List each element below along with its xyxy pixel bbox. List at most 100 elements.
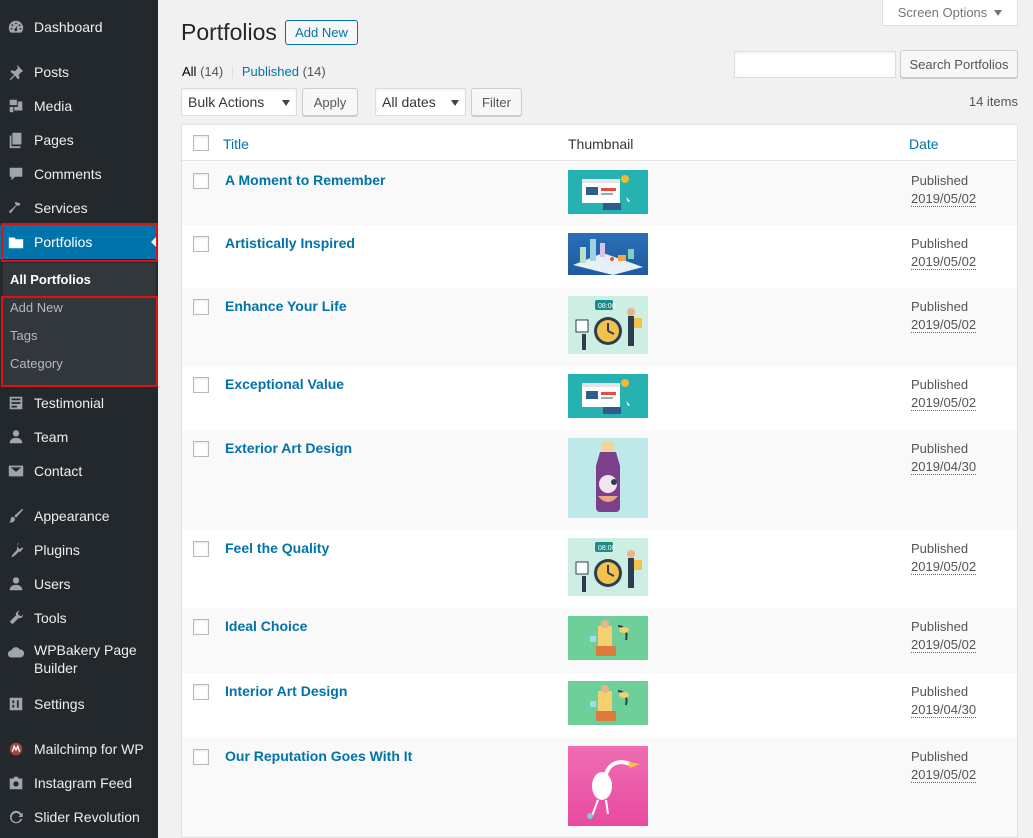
row-date: 2019/04/30 [911,702,977,718]
row-checkbox[interactable] [193,619,209,635]
row-checkbox[interactable] [193,377,209,393]
menu-contact[interactable]: Contact [0,454,158,488]
menu-media[interactable]: Media [0,89,158,123]
browser-illustration[interactable] [568,170,648,214]
submenu-tags[interactable]: Tags [10,328,37,343]
menu-posts[interactable]: Posts [0,55,158,89]
isometric-city-illustration[interactable] [568,233,648,275]
bulk-actions-select[interactable]: Bulk Actions [181,88,297,116]
row-date: 2019/05/02 [911,254,977,270]
row-status: Published [911,377,969,392]
row-title-link[interactable]: A Moment to Remember [225,172,386,188]
pushpin-icon [6,62,26,82]
menu-appearance[interactable]: Appearance [0,499,158,533]
menu-team[interactable]: Team [0,420,158,454]
submenu-all-portfolios[interactable]: All Portfolios [10,272,91,287]
menu-label: Posts [34,64,70,80]
bottle-illustration[interactable] [568,438,648,518]
menu-label: Instagram Feed [34,775,133,791]
menu-label: Dashboard [34,19,103,35]
menu-tools[interactable]: Tools [0,601,158,635]
select-all-checkbox[interactable] [193,135,209,151]
row-checkbox[interactable] [193,541,209,557]
table-row: Artistically Inspired Published 2019/05/… [182,225,1017,288]
search-input[interactable] [734,51,896,78]
plant-person-illustration[interactable] [568,681,648,725]
person-icon [6,427,26,447]
row-status: Published [911,441,969,456]
row-title-link[interactable]: Enhance Your Life [225,298,347,314]
row-checkbox[interactable] [193,749,209,765]
row-title-link[interactable]: Artistically Inspired [225,235,355,251]
column-title[interactable]: Title [223,136,249,152]
row-title-link[interactable]: Exterior Art Design [225,440,352,456]
bulk-actions-value: Bulk Actions [188,94,265,110]
row-title-link[interactable]: Our Reputation Goes With It [225,748,412,764]
row-status: Published [911,749,969,764]
clock-team-illustration[interactable]: 08:00 [568,538,648,596]
page-title: Portfolios [181,19,277,45]
row-title-link[interactable]: Exceptional Value [225,376,344,392]
menu-testimonial[interactable]: Testimonial [0,386,158,420]
dropdown-caret-icon [451,100,459,106]
column-thumbnail: Thumbnail [568,136,634,152]
menu-plugins[interactable]: Plugins [0,533,158,567]
admin-sidebar: Dashboard Posts Media Pages Comments Ser… [0,0,158,838]
row-title-link[interactable]: Interior Art Design [225,683,347,699]
status-filter-links: All (14) | Published (14) [182,64,326,79]
table-row: Interior Art Design Published 2019/04/30 [182,673,1017,738]
menu-dashboard[interactable]: Dashboard [0,10,158,44]
menu-services[interactable]: Services [0,191,158,225]
row-checkbox[interactable] [193,173,209,189]
row-title-link[interactable]: Ideal Choice [225,618,307,634]
envelope-icon [6,461,26,481]
filter-published[interactable]: Published [242,64,299,79]
submenu-category[interactable]: Category [10,356,63,371]
row-date: 2019/05/02 [911,559,977,575]
menu-settings[interactable]: Settings [0,687,158,721]
plant-person-illustration[interactable] [568,616,648,660]
menu-slider-revolution[interactable]: Slider Revolution [0,800,158,834]
row-status: Published [911,173,969,188]
menu-instagram-feed[interactable]: Instagram Feed [0,766,158,800]
filter-all[interactable]: All [182,64,196,79]
cloud-icon [6,643,26,663]
testimonial-icon [6,393,26,413]
pages-icon [6,130,26,150]
row-date: 2019/05/02 [911,317,977,333]
flamingo-illustration[interactable] [568,746,648,826]
row-checkbox[interactable] [193,236,209,252]
row-title-link[interactable]: Feel the Quality [225,540,329,556]
browser-illustration[interactable] [568,374,648,418]
row-date: 2019/05/02 [911,637,977,653]
menu-mailchimp[interactable]: Mailchimp for WP [0,732,158,766]
portfolios-table: Title Thumbnail Date A Moment to Remembe… [181,124,1018,838]
table-header: Title Thumbnail Date [182,125,1017,161]
dates-select[interactable]: All dates [375,88,466,116]
add-new-button[interactable]: Add New [285,20,358,45]
menu-pages[interactable]: Pages [0,123,158,157]
menu-wpbakery[interactable]: WPBakery Page Builder [0,641,158,681]
row-checkbox[interactable] [193,684,209,700]
screen-options-tab[interactable]: Screen Options [882,0,1018,26]
column-date[interactable]: Date [909,136,939,152]
menu-portfolios[interactable]: Portfolios [0,225,158,259]
menu-label: Mailchimp for WP [34,741,144,757]
svg-text:08:00: 08:00 [598,545,616,552]
dashboard-icon [6,17,26,37]
table-row: A Moment to Remember Published 2019/05/0… [182,162,1017,225]
menu-comments[interactable]: Comments [0,157,158,191]
search-portfolios-button[interactable]: Search Portfolios [900,50,1018,78]
submenu-add-new[interactable]: Add New [10,300,63,315]
row-checkbox[interactable] [193,441,209,457]
row-checkbox[interactable] [193,299,209,315]
filter-button[interactable]: Filter [471,88,522,116]
clock-team-illustration[interactable]: 08:00 [568,296,648,354]
row-status: Published [911,236,969,251]
menu-label: Pages [34,132,74,148]
settings-icon [6,694,26,714]
comment-icon [6,164,26,184]
current-arrow-icon [151,235,158,249]
apply-button[interactable]: Apply [302,88,358,116]
menu-users[interactable]: Users [0,567,158,601]
